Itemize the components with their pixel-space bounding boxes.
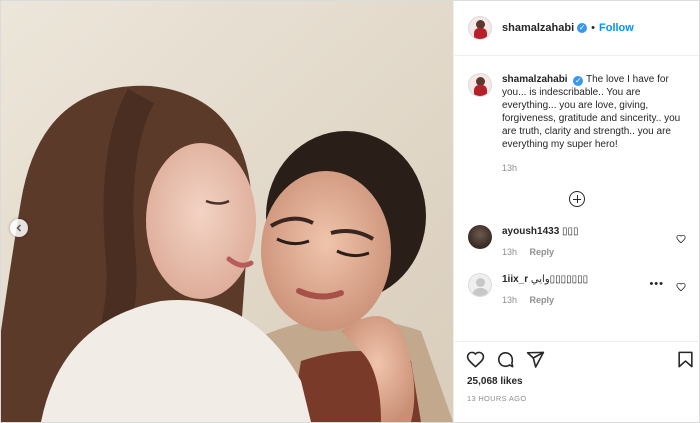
post-sidebar: shamalzahabi ✓ • Follow shamalzahabi ✓ T… [453,1,700,422]
post-timestamp[interactable]: 13 HOURS AGO [454,394,700,403]
comment-item: 1iix_r وايي▯▯▯▯▯▯▯ 13h Reply ••• [454,273,700,307]
comment-like-heart-icon[interactable] [676,279,686,297]
prev-arrow-icon[interactable] [10,219,28,237]
share-icon[interactable] [526,350,545,374]
post-actions: 25,068 likes 13 HOURS AGO [454,341,700,422]
comment-body: 1iix_r وايي▯▯▯▯▯▯▯ 13h Reply [502,273,588,307]
heart-icon[interactable] [466,350,485,374]
comment-options-icon[interactable]: ••• [649,278,664,290]
author-username[interactable]: shamalzahabi [502,22,574,34]
commenter-avatar[interactable] [468,273,492,297]
comment-username[interactable]: 1iix_r [502,274,528,285]
comment-time[interactable]: 13h [502,247,517,257]
verified-badge-icon: ✓ [577,23,588,33]
author-avatar[interactable] [468,16,492,40]
comment-like-heart-icon[interactable] [676,231,686,249]
load-more-plus-icon[interactable] [569,191,585,207]
bookmark-icon[interactable] [676,350,695,374]
follow-button[interactable]: Follow [599,22,634,34]
post-header: shamalzahabi ✓ • Follow [454,1,699,56]
comment-time[interactable]: 13h [502,295,517,305]
post-photo[interactable] [1,1,453,422]
reply-button[interactable]: Reply [530,247,555,257]
commenter-avatar[interactable] [468,225,492,249]
comments-section: shamalzahabi ✓ The love I have for you..… [454,57,700,340]
comment-icon[interactable] [496,350,515,374]
comment-username[interactable]: ayoush1433 [502,226,559,237]
comment-text: وايي▯▯▯▯▯▯▯ [530,274,589,285]
caption-time[interactable]: 13h [502,162,682,175]
comment-body: ayoush1433 ▯▯▯ 13h Reply [502,225,579,259]
instagram-post: shamalzahabi ✓ • Follow shamalzahabi ✓ T… [0,0,700,423]
action-icons [454,342,700,376]
caption-text: The love I have for you... is indescriba… [502,74,681,150]
comment-meta: 13h Reply [502,294,588,307]
reply-button[interactable]: Reply [530,295,555,305]
caption: shamalzahabi ✓ The love I have for you..… [454,57,700,175]
comment-text: ▯▯▯ [562,226,579,237]
load-more-comments[interactable] [454,191,700,207]
caption-username[interactable]: shamalzahabi [502,74,568,85]
header-separator: • [591,22,595,34]
caption-avatar[interactable] [468,73,492,97]
comment-item: ayoush1433 ▯▯▯ 13h Reply [454,225,700,259]
photo-illustration [1,1,453,422]
caption-verified-icon: ✓ [573,76,584,86]
likes-count[interactable]: 25,068 likes [454,376,700,387]
caption-body: shamalzahabi ✓ The love I have for you..… [502,73,682,175]
comment-meta: 13h Reply [502,246,579,259]
